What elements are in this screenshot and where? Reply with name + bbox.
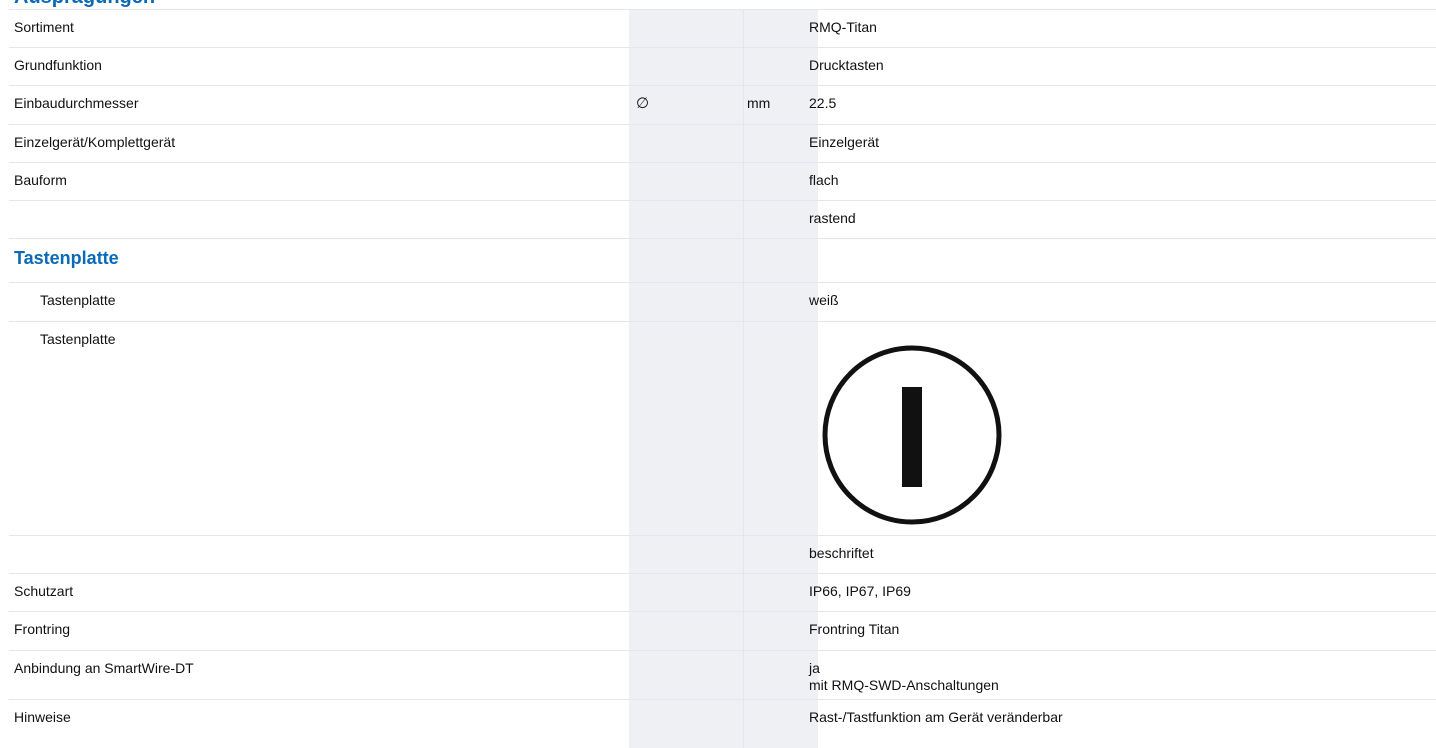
spec-row-schutzart: Schutzart IP66, IP67, IP69 [9,573,1436,611]
spec-row-einbaudurchmesser: Einbaudurchmesser ∅ mm 22.5 [9,85,1436,124]
spec-value-line: mit RMQ-SWD-Anschaltungen [809,677,999,693]
spec-value: Rast-/Tastfunktion am Gerät veränderbar [809,709,1063,725]
spec-row-rastend: rastend [9,200,1436,238]
spec-table: Sortiment RMQ-Titan Grundfunktion Druckt… [9,9,1436,739]
spec-row-hinweise: Hinweise Rast-/Tastfunktion am Gerät ver… [9,699,1436,739]
spec-label: Tastenplatte [40,292,116,308]
spec-label: Grundfunktion [14,57,102,73]
spec-unit: mm [747,95,771,111]
spec-value: RMQ-Titan [809,19,877,35]
spec-row-grundfunktion: Grundfunktion Drucktasten [9,47,1436,85]
spec-row-tastenplatte-symbol: Tastenplatte [9,321,1436,535]
diameter-symbol: ∅ [636,95,650,112]
spec-row-frontring: Frontring Frontring Titan [9,611,1436,650]
spec-row-sortiment: Sortiment RMQ-Titan [9,9,1436,47]
spec-section-tastenplatte: Tastenplatte [9,238,1436,282]
spec-label: Anbindung an SmartWire-DT [14,660,194,676]
spec-value: Frontring Titan [809,621,900,637]
spec-label: Einzelgerät/Komplettgerät [14,134,176,150]
spec-label: Bauform [14,172,67,188]
spec-label: Einbaudurchmesser [14,95,139,111]
spec-value: Einzelgerät [809,134,880,150]
spec-value: 22.5 [809,95,837,111]
spec-row-tastenplatte-color: Tastenplatte weiß [9,282,1436,321]
spec-label: Schutzart [14,583,74,599]
spec-label: Sortiment [14,19,74,35]
spec-row-bauform: Bauform flach [9,162,1436,200]
spec-value: rastend [809,210,856,226]
spec-value: IP66, IP67, IP69 [809,583,911,599]
spec-value-multiline: ja mit RMQ-SWD-Anschaltungen [809,660,999,694]
section-title: Tastenplatte [14,248,119,268]
spec-value: weiß [809,292,839,308]
spec-value: flach [809,172,839,188]
spec-value: Drucktasten [809,57,884,73]
spec-row-einzelgeraet: Einzelgerät/Komplettgerät Einzelgerät [9,124,1436,162]
spec-row-beschriftet: beschriftet [9,535,1436,573]
spec-label: Frontring [14,621,71,637]
spec-label: Hinweise [14,709,71,725]
spec-row-smartwire: Anbindung an SmartWire-DT ja mit RMQ-SWD… [9,650,1436,699]
section-heading-features: Ausprägungen [14,0,155,8]
spec-value-line: ja [809,660,820,676]
spec-label: Tastenplatte [40,331,116,347]
on-symbol-icon [822,345,1002,525]
spec-value: beschriftet [809,545,874,561]
spec-page: Ausprägungen Sortiment RMQ-Titan Grundfu… [0,0,1436,748]
